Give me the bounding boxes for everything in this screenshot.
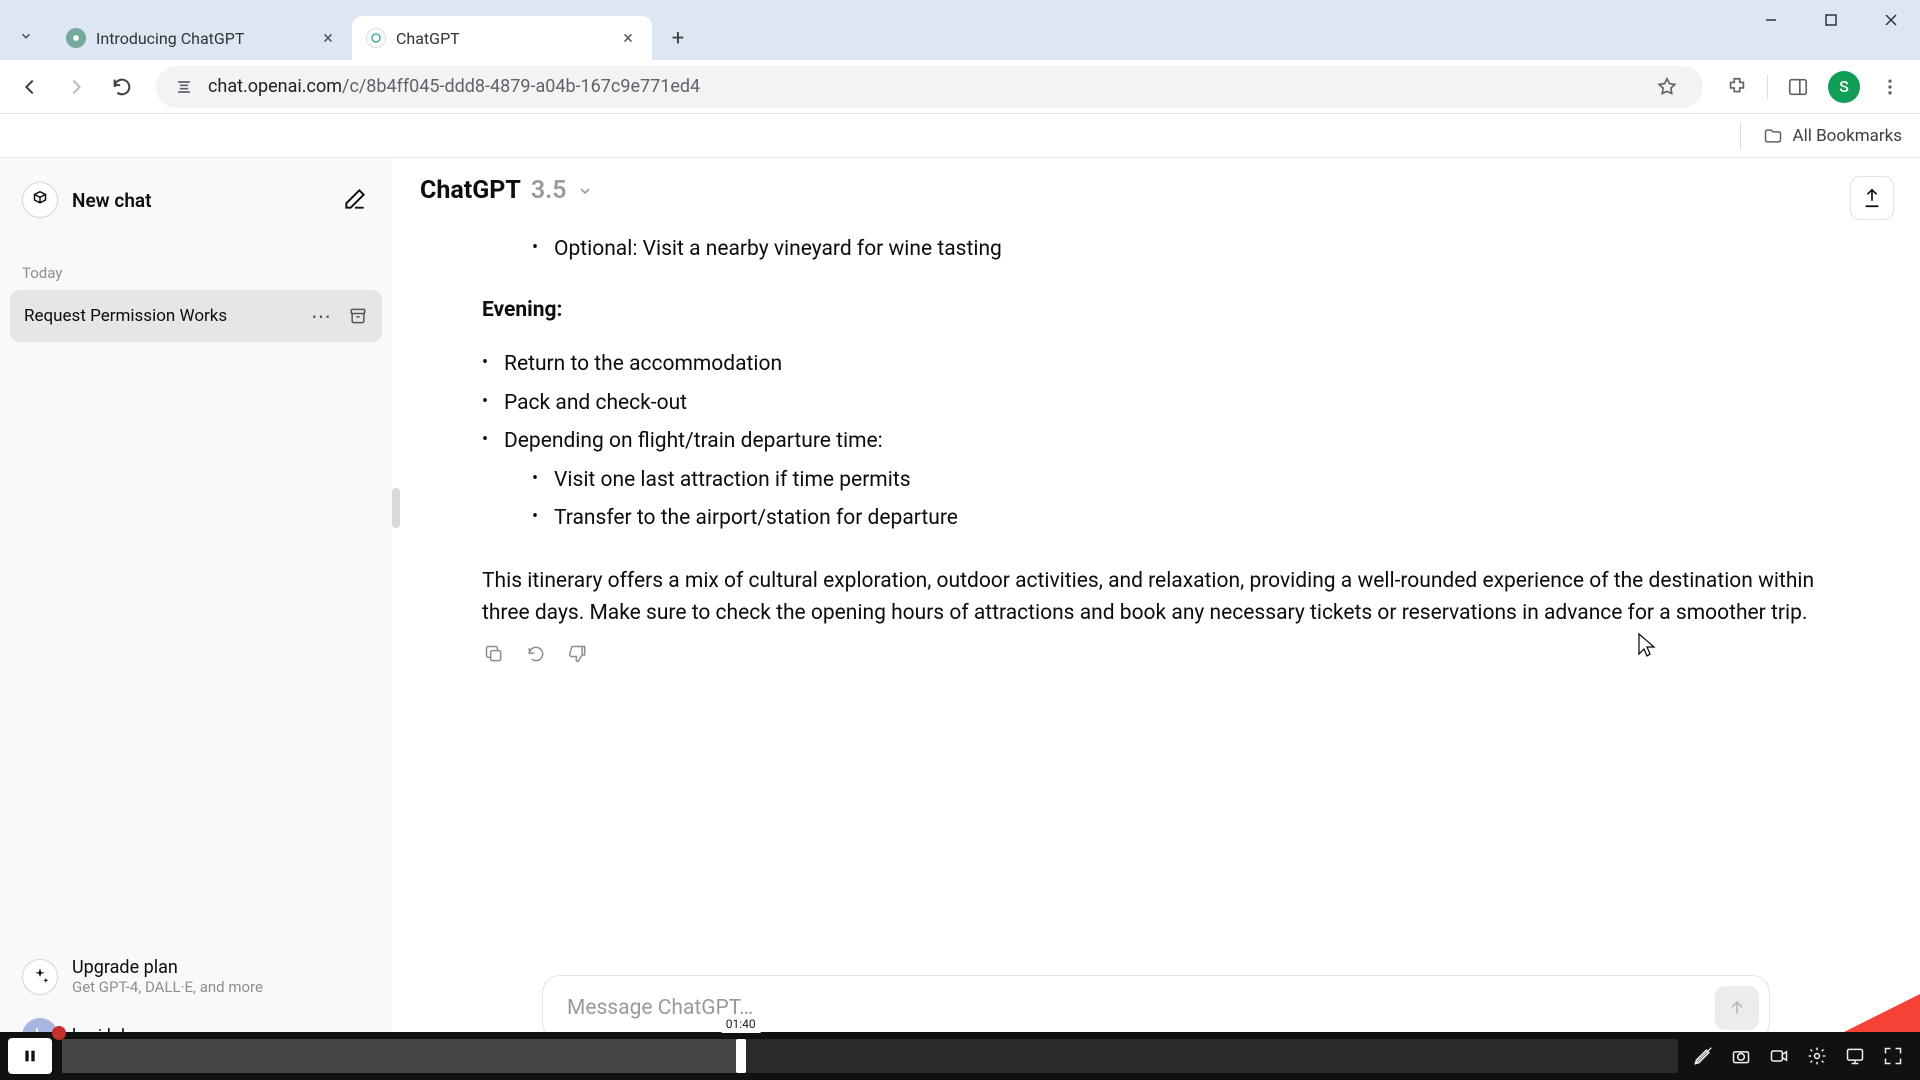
chat-item-active[interactable]: Request Permission Works ⋯: [10, 290, 382, 342]
extensions-icon[interactable]: [1717, 67, 1757, 107]
tab-title: Introducing ChatGPT: [96, 29, 308, 48]
tab-introducing-chatgpt[interactable]: Introducing ChatGPT ×: [52, 16, 352, 60]
list-item: Transfer to the airport/station for depa…: [532, 502, 1830, 535]
regenerate-icon[interactable]: [524, 642, 548, 666]
evening-heading: Evening:: [482, 294, 1830, 327]
toolbar-separator: [1767, 75, 1768, 99]
settings-gear-icon[interactable]: [1802, 1041, 1832, 1071]
tab-strip: Introducing ChatGPT × ChatGPT × +: [52, 16, 1908, 60]
sidebar-collapse-handle[interactable]: [392, 488, 400, 528]
pen-tool-icon[interactable]: [1688, 1041, 1718, 1071]
list-item: Return to the accommodation: [482, 348, 1830, 381]
progress-fill: [62, 1039, 741, 1073]
all-bookmarks-button[interactable]: All Bookmarks: [1763, 126, 1902, 146]
minimize-button[interactable]: [1742, 0, 1800, 40]
upgrade-subtitle: Get GPT-4, DALL·E, and more: [72, 978, 263, 996]
all-bookmarks-label: All Bookmarks: [1793, 126, 1902, 146]
main-panel: ChatGPT 3.5 Optional: Visit a nearby vin…: [392, 158, 1920, 1080]
conversation-content[interactable]: Optional: Visit a nearby vineyard for wi…: [392, 223, 1920, 963]
close-tab-icon[interactable]: ×: [318, 28, 338, 48]
side-panel-icon[interactable]: [1778, 67, 1818, 107]
main-header: ChatGPT 3.5: [392, 158, 1920, 223]
window-controls: [1742, 0, 1920, 40]
upgrade-title: Upgrade plan: [72, 957, 263, 978]
site-info-icon[interactable]: [172, 75, 196, 99]
new-chat-label: New chat: [72, 189, 328, 212]
video-controls-bar: 01:40: [0, 1032, 1920, 1080]
share-icon: [1861, 187, 1883, 209]
chat-item-menu-icon[interactable]: ⋯: [308, 302, 336, 330]
bookmark-star-icon[interactable]: [1647, 67, 1687, 107]
chrome-menu-icon[interactable]: [1870, 67, 1910, 107]
arrow-up-icon: [1727, 998, 1747, 1018]
time-tooltip: 01:40: [720, 1015, 762, 1033]
screen-tool-icon[interactable]: [1840, 1041, 1870, 1071]
recording-indicator-icon: [52, 1026, 66, 1040]
list-item: Visit one last attraction if time permit…: [532, 464, 1830, 497]
new-tab-button[interactable]: +: [660, 20, 696, 56]
compose-icon[interactable]: [342, 186, 370, 214]
reload-button[interactable]: [102, 67, 142, 107]
model-selector[interactable]: ChatGPT 3.5: [420, 176, 593, 205]
bookmarks-bar: All Bookmarks: [0, 114, 1920, 158]
pause-button[interactable]: [8, 1038, 52, 1074]
record-tool-icon[interactable]: [1764, 1041, 1794, 1071]
openai-logo-icon: [22, 182, 58, 218]
list-item: Pack and check-out: [482, 387, 1830, 420]
closing-paragraph: This itinerary offers a mix of cultural …: [482, 565, 1830, 630]
profile-avatar[interactable]: S: [1824, 67, 1864, 107]
address-bar[interactable]: chat.openai.com/c/8b4ff045-ddd8-4879-a04…: [156, 66, 1703, 108]
maximize-button[interactable]: [1802, 0, 1860, 40]
sidebar: New chat Today Request Permission Works …: [0, 158, 392, 1080]
message-actions: [482, 642, 1830, 666]
tab-search-dropdown[interactable]: [8, 18, 44, 54]
browser-titlebar: Introducing ChatGPT × ChatGPT × +: [0, 0, 1920, 60]
upgrade-plan-button[interactable]: Upgrade plan Get GPT-4, DALL·E, and more: [10, 947, 382, 1006]
bookmarks-separator: [1740, 122, 1741, 150]
url-text: chat.openai.com/c/8b4ff045-ddd8-4879-a04…: [208, 76, 1635, 97]
recorder-corner-indicator: [1844, 994, 1920, 1032]
model-name: ChatGPT: [420, 176, 521, 205]
list-item: Depending on flight/train departure time…: [482, 425, 1830, 458]
section-today-label: Today: [22, 264, 382, 282]
chat-item-archive-icon[interactable]: [344, 302, 372, 330]
close-tab-icon[interactable]: ×: [618, 28, 638, 48]
send-button[interactable]: [1715, 986, 1759, 1030]
back-button[interactable]: [10, 67, 50, 107]
share-button[interactable]: [1850, 176, 1894, 220]
sparkle-icon: [22, 959, 58, 995]
new-chat-button[interactable]: New chat: [10, 172, 382, 228]
model-version: 3.5: [531, 176, 567, 205]
exit-fullscreen-icon[interactable]: [1878, 1041, 1908, 1071]
forward-button[interactable]: [56, 67, 96, 107]
copy-icon[interactable]: [482, 642, 506, 666]
video-progress-bar[interactable]: 01:40: [62, 1039, 1678, 1073]
chat-item-title: Request Permission Works: [24, 306, 300, 326]
chevron-down-icon: [577, 183, 593, 199]
thumbs-down-icon[interactable]: [566, 642, 590, 666]
camera-tool-icon[interactable]: [1726, 1041, 1756, 1071]
browser-toolbar: chat.openai.com/c/8b4ff045-ddd8-4879-a04…: [0, 60, 1920, 114]
close-window-button[interactable]: [1862, 0, 1920, 40]
tab-title: ChatGPT: [396, 29, 608, 48]
tab-chatgpt[interactable]: ChatGPT ×: [352, 16, 652, 60]
progress-thumb[interactable]: [736, 1039, 746, 1073]
chatgpt-app: New chat Today Request Permission Works …: [0, 158, 1920, 1080]
chatgpt-favicon: [366, 28, 386, 48]
openai-favicon: [66, 28, 86, 48]
video-tool-icons: [1688, 1041, 1908, 1071]
list-item: Optional: Visit a nearby vineyard for wi…: [532, 233, 1830, 266]
